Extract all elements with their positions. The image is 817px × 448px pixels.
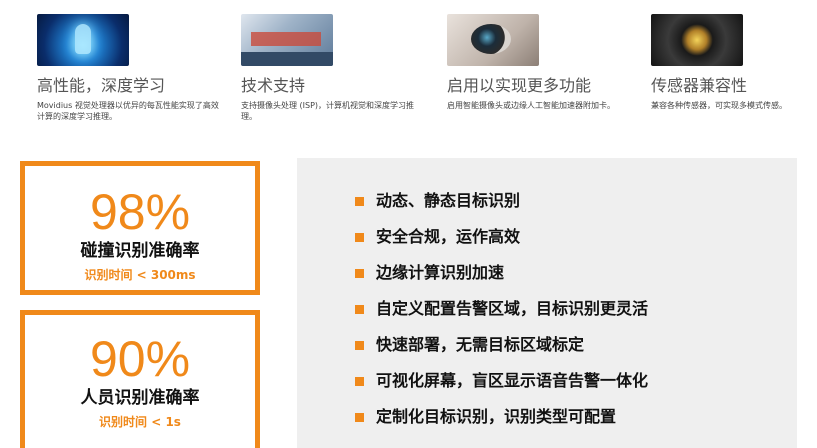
- list-item-text: 安全合规，运作高效: [376, 227, 521, 246]
- list-item: 快速部署，无需目标区域标定: [355, 327, 648, 363]
- square-bullet-icon: [355, 376, 364, 386]
- stat-label: 人员识别准确率: [80, 388, 200, 408]
- feature-title: 启用以实现更多功能: [447, 76, 592, 95]
- list-item-text: 边缘计算识别加速: [376, 263, 505, 282]
- list-item: 安全合规，运作高效: [355, 219, 648, 255]
- stat-label: 碰撞识别准确率: [80, 241, 200, 261]
- lens-icon: [651, 14, 743, 66]
- feature-title: 传感器兼容性: [651, 76, 748, 95]
- feature-desc: 兼容各种传感器，可实现多模式传感。: [651, 101, 787, 110]
- feature-title: 高性能，深度学习: [37, 76, 166, 95]
- square-bullet-icon: [355, 412, 364, 422]
- list-item-text: 动态、静态目标识别: [376, 191, 521, 210]
- list-item-text: 快速部署，无需目标区域标定: [376, 335, 585, 354]
- list-item: 边缘计算识别加速: [355, 255, 648, 291]
- feature-card-enable: 启用以实现更多功能 启用智能摄像头或边缘人工智能加速器附加卡。: [447, 14, 637, 111]
- list-item-text: 定制化目标识别，识别类型可配置: [376, 407, 617, 426]
- stat-box-person: 90% 人员识别准确率 识别时间 < 1s: [20, 310, 260, 448]
- list-item: 可视化屏幕，盲区显示语音告警一体化: [355, 363, 648, 399]
- stat-time: 识别时间 < 300ms: [84, 268, 196, 282]
- feature-desc: 支持摄像头处理 (ISP)，计算机视觉和深度学习推理。: [241, 101, 415, 121]
- square-bullet-icon: [355, 232, 364, 242]
- camera-icon: [447, 14, 539, 66]
- feature-list: 动态、静态目标识别 安全合规，运作高效 边缘计算识别加速 自定义配置告警区域，目…: [355, 183, 648, 435]
- feature-card-tech-support: 技术支持 支持摄像头处理 (ISP)，计算机视觉和深度学习推理。: [241, 14, 431, 122]
- ai-chip-icon: [37, 14, 129, 66]
- stat-value: 98%: [89, 184, 191, 240]
- square-bullet-icon: [355, 340, 364, 350]
- stat-value: 90%: [89, 331, 191, 387]
- feature-list-panel: 动态、静态目标识别 安全合规，运作高效 边缘计算识别加速 自定义配置告警区域，目…: [297, 158, 797, 448]
- square-bullet-icon: [355, 196, 364, 206]
- feature-desc: Movidius 视觉处理器以优异的每瓦性能实现了高效计算的深度学习推理。: [37, 101, 219, 121]
- feature-title: 技术支持: [241, 76, 306, 95]
- list-item-text: 可视化屏幕，盲区显示语音告警一体化: [376, 371, 649, 390]
- stat-time: 识别时间 < 1s: [99, 415, 181, 429]
- feature-desc: 启用智能摄像头或边缘人工智能加速器附加卡。: [447, 101, 615, 110]
- list-item: 动态、静态目标识别: [355, 183, 648, 219]
- list-item: 定制化目标识别，识别类型可配置: [355, 399, 648, 435]
- list-item-text: 自定义配置告警区域，目标识别更灵活: [376, 299, 649, 318]
- feature-card-sensor: 传感器兼容性 兼容各种传感器，可实现多模式传感。: [651, 14, 817, 111]
- feature-card-deep-learning: 高性能，深度学习 Movidius 视觉处理器以优异的每瓦性能实现了高效计算的深…: [37, 14, 227, 122]
- isp-icon: [241, 14, 333, 66]
- square-bullet-icon: [355, 304, 364, 314]
- stat-box-collision: 98% 碰撞识别准确率 识别时间 < 300ms: [20, 161, 260, 295]
- list-item: 自定义配置告警区域，目标识别更灵活: [355, 291, 648, 327]
- square-bullet-icon: [355, 268, 364, 278]
